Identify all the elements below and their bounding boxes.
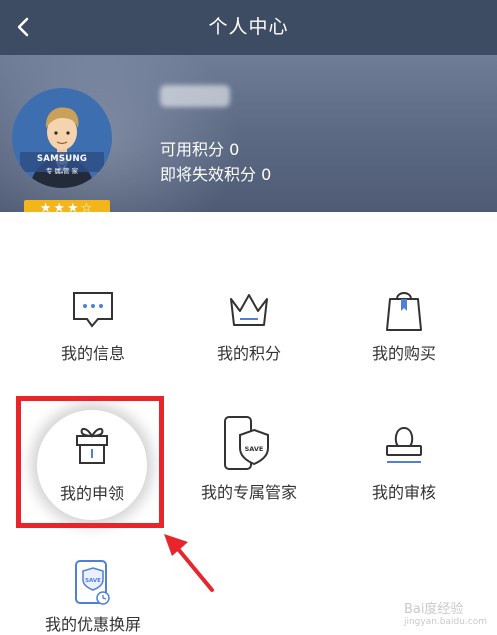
shopping-bag-icon [386,292,422,331]
menu-label-my-info: 我的信息 [60,344,125,363]
stamp-icon [386,427,422,463]
shield-save-text-2: SAVE [85,578,101,584]
username-blurred [160,85,230,107]
message-bubble-icon [73,292,113,328]
star-rating: ★★★☆ [24,200,110,212]
menu-item-my-info[interactable]: 我的信息 [33,285,153,365]
watermark-sub: jingyan.baidu.com [403,617,487,627]
avatar-brand: SAMSUNG [36,154,88,164]
menu-label-my-purchase: 我的购买 [371,344,436,363]
menu-label-my-screen-swap: 我的优惠换屏 [44,615,141,634]
menu-label-my-points: 我的积分 [216,344,281,363]
avatar-circle: SAMSUNG 专 属 管 家 [12,88,112,188]
available-points: 可用积分 0 [160,140,240,159]
watermark-text: Bai度经验 [403,602,464,617]
menu-item-my-points[interactable]: 我的积分 [189,285,309,365]
crown-icon [230,294,268,326]
watermark: Bai度经验 jingyan.baidu.com [404,598,487,627]
top-bar: 个人中心 [0,0,497,55]
phone-shield-icon: SAVE [224,416,269,470]
page-title: 个人中心 [208,16,289,38]
menu-label-my-review: 我的审核 [371,483,436,502]
menu-item-my-butler[interactable]: SAVE 我的专属管家 [189,414,309,502]
red-highlight-box [16,396,164,528]
menu-label-my-butler: 我的专属管家 [200,483,297,502]
phone-save-clock-icon: SAVE [75,560,110,605]
expiring-points: 即将失效积分 0 [160,165,272,184]
menu-item-my-review[interactable]: 我的审核 [344,420,464,502]
profile-banner: SAMSUNG 专 属 管 家 ★★★☆ 可用积分 0 即将失效积分 0 [0,55,497,212]
red-arrow-icon [164,534,214,592]
avatar-brand-sub: 专 属 管 家 [45,167,79,175]
shield-save-text: SAVE [245,445,264,453]
menu-item-my-screen-swap[interactable]: SAVE 我的优惠换屏 [30,558,156,634]
menu-item-my-purchase[interactable]: 我的购买 [344,285,464,365]
avatar[interactable]: SAMSUNG 专 属 管 家 ★★★☆ [12,88,112,212]
